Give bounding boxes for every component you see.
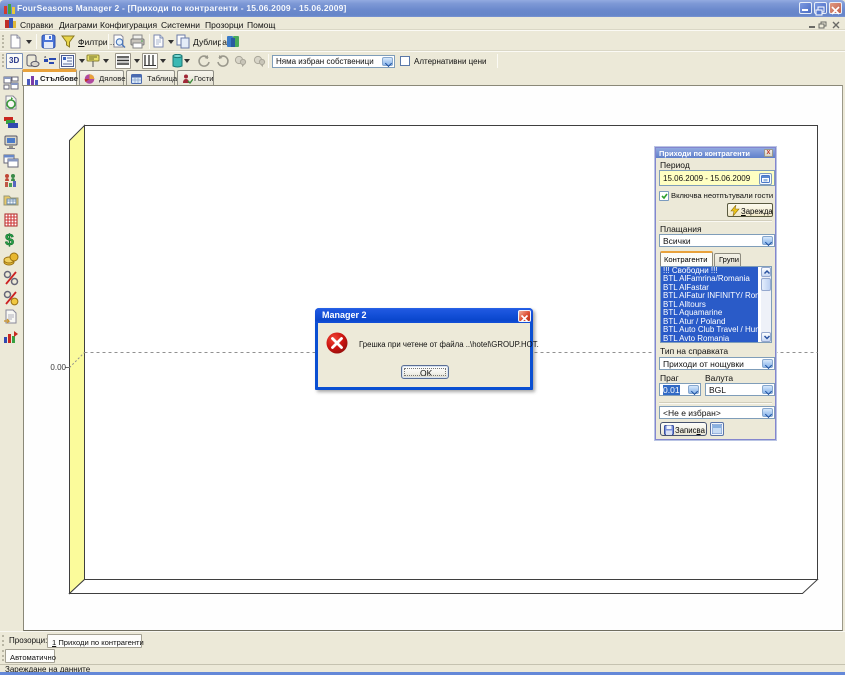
svg-text:a: a xyxy=(44,54,47,59)
